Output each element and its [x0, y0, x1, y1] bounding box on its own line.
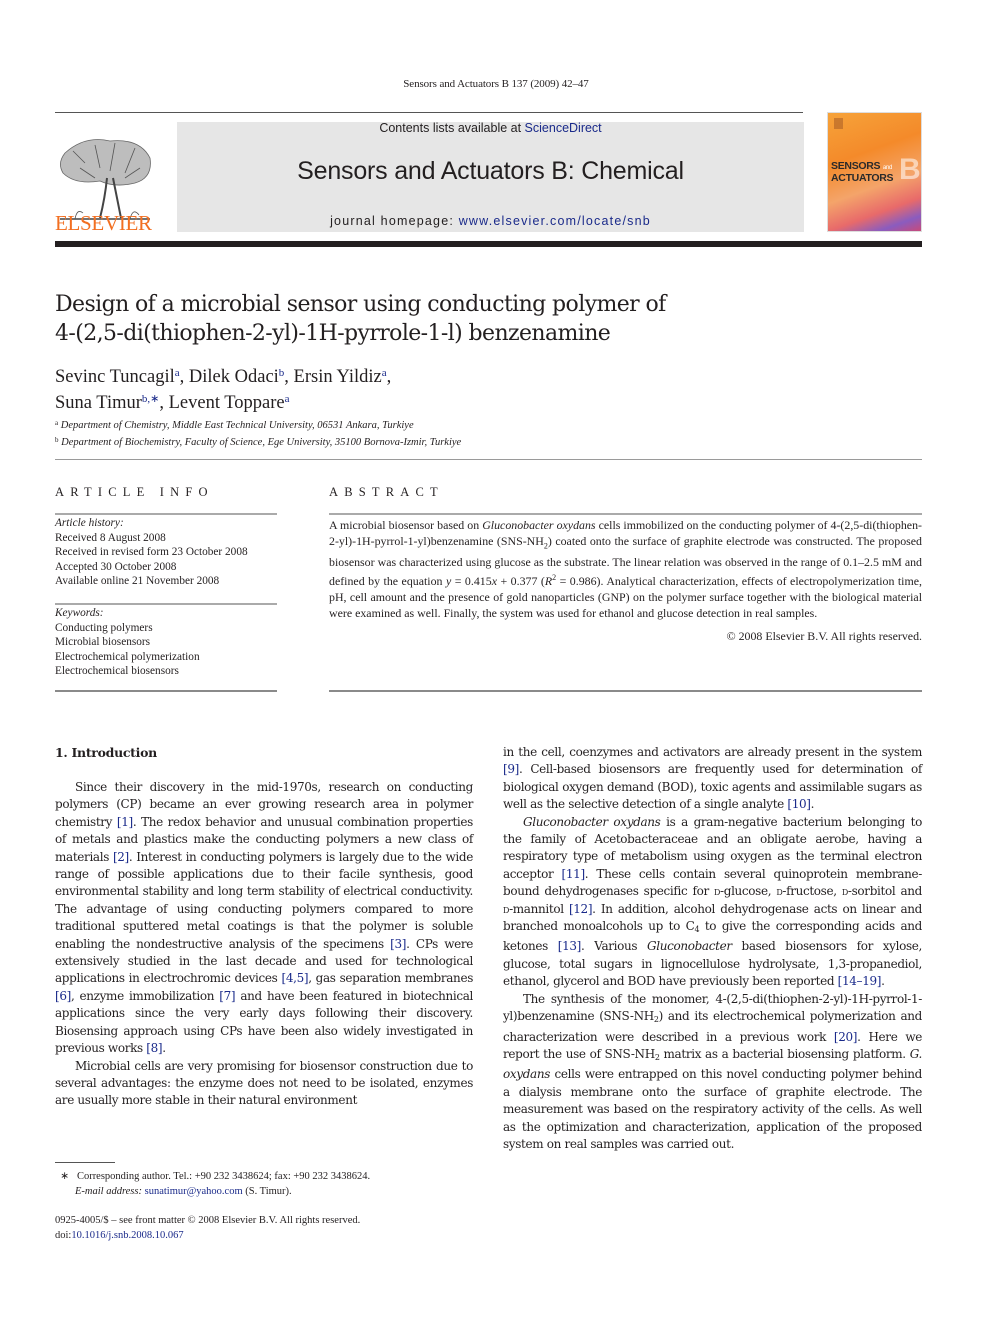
header-rule	[55, 112, 803, 113]
keyword: Electrochemical polymerization	[55, 650, 200, 663]
citation-link[interactable]: [1]	[117, 815, 133, 829]
citation-link[interactable]: [9]	[503, 762, 519, 776]
author: Sevinc Tuncagila	[55, 367, 180, 387]
keyword: Electrochemical biosensors	[55, 665, 179, 677]
abstract-rule	[329, 513, 922, 515]
citation-link[interactable]: [3]	[390, 937, 406, 951]
corresponding-author-note: ∗ Corresponding author. Tel.: +90 232 34…	[60, 1171, 371, 1182]
author-list: Sevinc Tuncagila, Dilek Odacib, Ersin Yi…	[55, 367, 392, 413]
citation-link[interactable]: [20]	[834, 1030, 858, 1044]
cover-letter: B	[899, 153, 921, 186]
abstract-bottom-rule	[329, 690, 922, 692]
issn-doi: 0925-4005/$ – see front matter © 2008 El…	[55, 1214, 475, 1243]
abstract-copyright: © 2008 Elsevier B.V. All rights reserved…	[726, 629, 922, 643]
keywords-label: Keywords:	[55, 607, 104, 619]
issn-line: 0925-4005/$ – see front matter © 2008 El…	[55, 1215, 361, 1226]
elsevier-logo-text: ELSEVIER	[55, 211, 152, 235]
history-item: Received 8 August 2008	[55, 531, 166, 544]
author: Dilek Odacib	[188, 367, 285, 387]
doi-link[interactable]: 10.1016/j.snb.2008.10.067	[71, 1230, 183, 1241]
journal-title: Sensors and Actuators B: Chemical	[297, 157, 684, 185]
article-history: Article history: Received 8 August 2008 …	[55, 516, 277, 589]
cover-title-line2: ACTUATORS	[831, 172, 894, 184]
citation-link[interactable]: [6]	[55, 989, 71, 1003]
article-info-heading: ARTICLE INFO	[55, 485, 214, 499]
section-title-introduction: 1. Introduction	[55, 745, 157, 760]
running-head: Sensors and Actuators B 137 (2009) 42–47	[403, 78, 589, 90]
citation-link[interactable]: [8]	[146, 1041, 162, 1055]
history-label: Article history:	[55, 517, 124, 529]
intro-paragraph-1: Since their discovery in the mid-1970s, …	[55, 780, 474, 1056]
citation-link[interactable]: [4,5]	[281, 971, 308, 985]
contents-prefix: Contents lists available at	[379, 121, 525, 135]
author: Suna Timurb,∗	[55, 393, 160, 413]
keyword: Microbial biosensors	[55, 636, 151, 648]
journal-homepage-link[interactable]: www.elsevier.com/locate/snb	[459, 214, 651, 228]
keywords: Keywords: Conducting polymers Microbial …	[55, 606, 277, 679]
keywords-rule	[55, 603, 277, 605]
left-column: Since their discovery in the mid-1970s, …	[55, 779, 473, 1110]
history-item: Received in revised form 23 October 2008	[55, 546, 248, 558]
article-info-rule	[55, 513, 277, 515]
homepage-prefix: journal homepage:	[330, 214, 459, 228]
intro-paragraph-2: Microbial cells are very promising for b…	[55, 1058, 473, 1108]
history-item: Available online 21 November 2008	[55, 575, 220, 587]
article-title: Design of a microbial sensor using condu…	[55, 292, 666, 346]
article-info-bottom-rule	[55, 690, 277, 692]
citation-link[interactable]: [13]	[558, 939, 582, 953]
doi-line: doi:10.1016/j.snb.2008.10.067	[55, 1229, 184, 1241]
history-item: Accepted 30 October 2008	[55, 560, 177, 573]
intro-paragraph-3: Gluconobacter oxydans is a gram-negative…	[503, 814, 923, 989]
citation-link[interactable]: [11]	[562, 867, 586, 881]
citation-link[interactable]: [14–19]	[838, 974, 882, 988]
citation-link[interactable]: [2]	[113, 850, 129, 864]
keyword: Conducting polymers	[55, 621, 153, 634]
right-column: in the cell, coenzymes and activators ar…	[503, 744, 922, 1153]
citation-link[interactable]: [7]	[219, 989, 235, 1003]
cover-emblem-icon	[834, 118, 843, 129]
footnote-rule	[55, 1162, 115, 1163]
citation-link[interactable]: [12]	[569, 902, 593, 916]
homepage-line: journal homepage: www.elsevier.com/locat…	[177, 214, 804, 228]
affiliation: b Department of Biochemistry, Faculty of…	[55, 436, 462, 448]
author: Levent Topparea	[168, 393, 290, 413]
intro-paragraph-2-cont: in the cell, coenzymes and activators ar…	[503, 745, 922, 812]
sciencedirect-link[interactable]: ScienceDirect	[525, 121, 602, 135]
footnotes: ∗ Corresponding author. Tel.: +90 232 34…	[55, 1170, 475, 1199]
affiliation: a Department of Chemistry, Middle East T…	[55, 419, 414, 431]
abstract-heading: ABSTRACT	[329, 485, 444, 499]
email-note: E-mail address: sunatimur@yahoo.com (S. …	[75, 1185, 292, 1197]
title-block-rule	[55, 459, 922, 460]
abstract-text: A microbial biosensor based on Gluconoba…	[329, 518, 922, 621]
contents-line: Contents lists available at ScienceDirec…	[177, 121, 804, 135]
email-link[interactable]: sunatimur@yahoo.com	[145, 1186, 243, 1197]
journal-cover-image: B SENSORS and ACTUATORS	[827, 112, 922, 232]
author: Ersin Yildiza	[293, 367, 387, 387]
affiliations: a Department of Chemistry, Middle East T…	[55, 416, 755, 450]
citation-link[interactable]: [10]	[787, 797, 811, 811]
cover-title-line1: SENSORS and	[831, 160, 892, 172]
intro-paragraph-4: The synthesis of the monomer, 4-(2,5-di(…	[503, 991, 922, 1151]
header-thick-rule	[55, 241, 922, 247]
